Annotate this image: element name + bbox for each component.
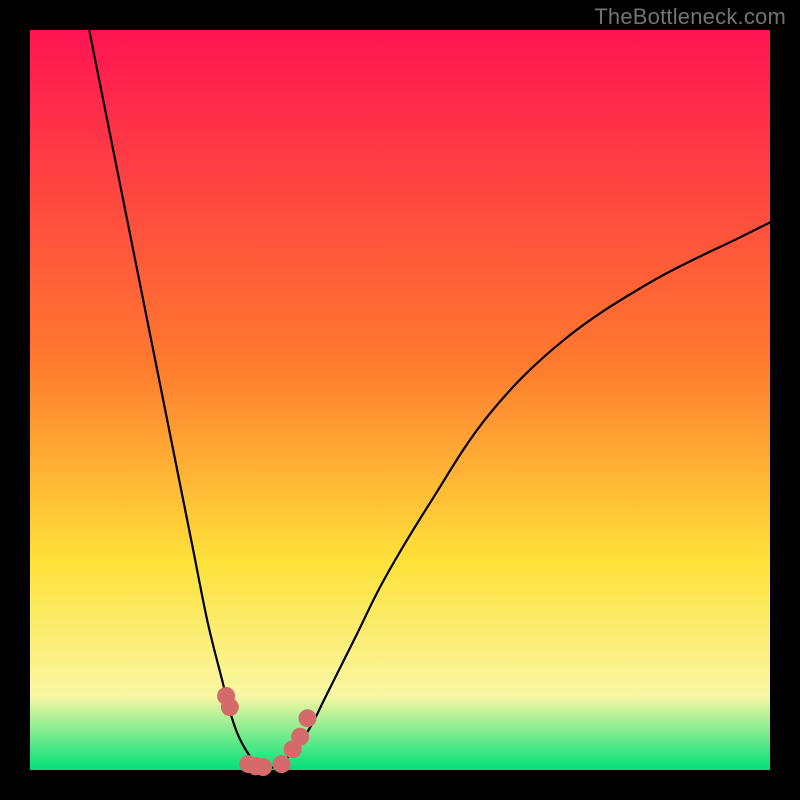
marker-point [273,755,291,773]
watermark-text: TheBottleneck.com [594,4,786,30]
marker-point [221,698,239,716]
chart-svg [0,0,800,800]
chart-stage: { "watermark": "TheBottleneck.com", "col… [0,0,800,800]
marker-point [299,709,317,727]
marker-point [291,728,309,746]
plot-background [30,30,770,770]
marker-point [254,758,272,776]
